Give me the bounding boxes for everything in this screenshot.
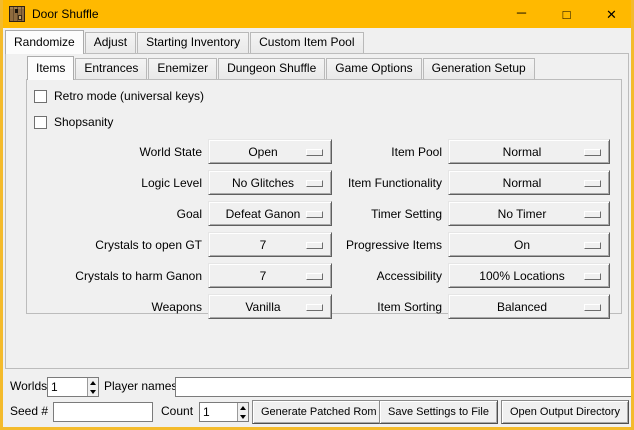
item-sorting-dropdown[interactable]: Balanced [448,294,610,319]
goal-label: Goal [35,201,202,226]
count-label: Count [161,404,193,418]
sub-tab-bar: Items Entrances Enemizer Dungeon Shuffle… [27,56,628,79]
main-tab-bar: Randomize Adjust Starting Inventory Cust… [5,30,631,53]
weapons-label: Weapons [35,294,202,319]
progressive-items-label: Progressive Items [338,232,442,257]
app-window: Door Shuffle ─ □ ✕ Randomize Adjust Star… [0,0,634,430]
item-functionality-dropdown[interactable]: Normal [448,170,610,195]
dropdown-indicator-icon [306,180,323,187]
footer-bar: Worlds Player names Seed # Count Generat… [3,373,631,427]
subtab-enemizer[interactable]: Enemizer [148,58,217,79]
retro-mode-checkbox[interactable] [34,90,47,103]
progressive-items-dropdown[interactable]: On [448,232,610,257]
options-grid: World State Open Item Pool Normal Logic … [35,139,621,319]
timer-setting-dropdown[interactable]: No Timer [448,201,610,226]
subtab-generation-setup[interactable]: Generation Setup [423,58,535,79]
retro-mode-label: Retro mode (universal keys) [54,89,204,103]
weapons-dropdown[interactable]: Vanilla [208,294,332,319]
timer-setting-label: Timer Setting [338,201,442,226]
dropdown-indicator-icon [306,304,323,311]
dropdown-indicator-icon [584,242,601,249]
item-pool-dropdown[interactable]: Normal [448,139,610,164]
dropdown-indicator-icon [306,149,323,156]
maximize-button[interactable]: □ [544,0,589,28]
seed-label: Seed # [10,404,48,418]
dropdown-indicator-icon [584,273,601,280]
item-sorting-label: Item Sorting [338,294,442,319]
close-button[interactable]: ✕ [589,0,634,28]
dropdown-indicator-icon [306,273,323,280]
worlds-spinner-arrows [87,378,98,396]
dropdown-indicator-icon [584,180,601,187]
item-functionality-label: Item Functionality [338,170,442,195]
count-spinner-arrows [237,403,248,421]
shopsanity-checkbox[interactable] [34,116,47,129]
dropdown-indicator-icon [584,149,601,156]
subtab-dungeon-shuffle[interactable]: Dungeon Shuffle [218,58,325,79]
tab-custom-item-pool[interactable]: Custom Item Pool [250,32,363,53]
worlds-spinner[interactable] [47,377,99,397]
spinner-up-button[interactable] [238,403,248,412]
subtab-items[interactable]: Items [27,56,74,80]
title-bar: Door Shuffle ─ □ ✕ [0,0,634,28]
logic-level-label: Logic Level [35,170,202,195]
player-names-input[interactable] [175,377,632,397]
player-names-label: Player names [104,379,177,393]
worlds-input[interactable] [48,378,87,396]
world-state-label: World State [35,139,202,164]
window-controls: ─ □ ✕ [499,0,634,28]
crystals-gt-label: Crystals to open GT [35,232,202,257]
tab-randomize[interactable]: Randomize [5,30,84,54]
open-output-directory-button[interactable]: Open Output Directory [501,400,629,424]
minimize-button[interactable]: ─ [499,0,544,28]
worlds-label: Worlds [10,379,47,393]
subtab-game-options[interactable]: Game Options [326,58,421,79]
spinner-up-button[interactable] [88,378,98,387]
window-title: Door Shuffle [32,7,99,21]
arrow-up-icon [90,381,96,385]
item-pool-label: Item Pool [338,139,442,164]
arrow-down-icon [90,390,96,394]
generate-patched-rom-button[interactable]: Generate Patched Rom [252,400,386,424]
crystals-ganon-label: Crystals to harm Ganon [35,263,202,288]
arrow-down-icon [240,415,246,419]
accessibility-dropdown[interactable]: 100% Locations [448,263,610,288]
subtab-entrances[interactable]: Entrances [75,58,147,79]
dropdown-indicator-icon [584,304,601,311]
goal-dropdown[interactable]: Defeat Ganon [208,201,332,226]
spinner-down-button[interactable] [238,412,248,421]
minimize-icon: ─ [517,6,526,19]
dropdown-indicator-icon [306,211,323,218]
footer-right-buttons: Save Settings to File Open Output Direct… [379,400,629,424]
world-state-dropdown[interactable]: Open [208,139,332,164]
crystals-ganon-dropdown[interactable]: 7 [208,263,332,288]
accessibility-label: Accessibility [338,263,442,288]
shopsanity-row: Shopsanity [34,113,621,131]
spinner-down-button[interactable] [88,387,98,396]
items-panel: Retro mode (universal keys) Shopsanity W… [26,79,622,314]
door-app-icon [9,6,25,22]
logic-level-dropdown[interactable]: No Glitches [208,170,332,195]
tab-adjust[interactable]: Adjust [85,32,136,53]
retro-mode-row: Retro mode (universal keys) [34,87,621,105]
dropdown-indicator-icon [306,242,323,249]
dropdown-indicator-icon [584,211,601,218]
tab-starting-inventory[interactable]: Starting Inventory [137,32,249,53]
count-input[interactable] [200,403,237,421]
randomize-panel: Items Entrances Enemizer Dungeon Shuffle… [5,53,629,369]
close-icon: ✕ [606,8,617,21]
save-settings-button[interactable]: Save Settings to File [379,400,498,424]
arrow-up-icon [240,406,246,410]
seed-input[interactable] [53,402,153,422]
count-spinner[interactable] [199,402,249,422]
crystals-gt-dropdown[interactable]: 7 [208,232,332,257]
shopsanity-label: Shopsanity [54,115,113,129]
maximize-icon: □ [563,8,571,21]
